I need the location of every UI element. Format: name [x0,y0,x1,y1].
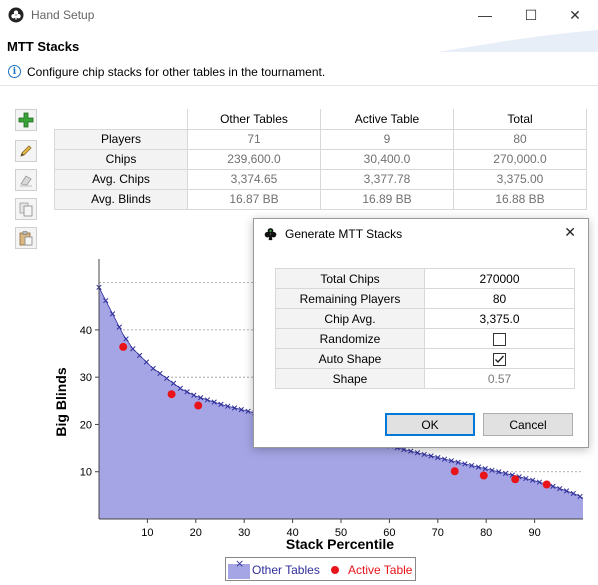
title-bar: Hand Setup — ☐ ✕ [0,0,598,30]
active-table-dot [479,471,488,480]
add-icon [18,112,34,128]
ok-button[interactable]: OK [385,413,475,436]
auto-shape-checkbox[interactable] [493,352,506,366]
table-cell: 16.87 BB [187,188,321,210]
y-tick-label: 40 [80,325,92,337]
table-cell: 16.88 BB [453,188,587,210]
x-tick-label: 70 [432,527,444,539]
legend-active-table: Active Table [348,563,413,577]
auto-shape-cell [424,348,575,369]
field-label: Remaining Players [275,288,425,309]
x-marker-icon: × [235,558,244,570]
field-label: Randomize [275,328,425,349]
edit-button[interactable] [15,140,37,162]
column-header: Other Tables [187,109,321,130]
active-table-dot [167,390,176,399]
row-label: Players [54,128,188,150]
page-header: MTT Stacks i Configure chip stacks for o… [0,30,598,86]
table-cell: 239,600.0 [187,148,321,170]
table-row: Players 71 9 80 [54,128,587,150]
table-cell: 3,377.78 [320,168,454,190]
minimize-button[interactable]: — [462,0,508,30]
row-label: Avg. Blinds [54,188,188,210]
field-row: Randomize [275,328,575,349]
close-button[interactable]: ✕ [552,0,598,30]
y-axis-label: Big Blinds [53,367,69,436]
copy-button[interactable] [15,198,37,220]
x-tick-label: 80 [480,527,492,539]
table-cell: 16.89 BB [320,188,454,210]
club-app-icon [8,7,24,23]
legend-other-tables: Other Tables [252,563,320,577]
stats-header-row: Other Tables Active Table Total [54,109,587,130]
clear-button[interactable] [15,169,37,191]
page-title: MTT Stacks [7,39,80,54]
field-label: Chip Avg. [275,308,425,329]
table-cell: 3,375.00 [453,168,587,190]
field-label: Shape [275,368,425,389]
table-row: Avg. Chips 3,374.65 3,377.78 3,375.00 [54,168,587,190]
remaining-players-input[interactable]: 80 [424,288,575,309]
x-tick-label: 20 [190,527,202,539]
field-row: Total Chips 270000 [275,268,575,289]
copy-icon [19,202,33,217]
x-tick-label: 90 [528,527,540,539]
window-title: Hand Setup [31,8,95,22]
table-cell: 3,374.65 [187,168,321,190]
field-label: Auto Shape [275,348,425,369]
column-header: Active Table [320,109,454,130]
table-cell: 9 [320,128,454,150]
y-tick-label: 20 [80,419,92,431]
maximize-button[interactable]: ☐ [508,0,554,30]
randomize-checkbox[interactable] [493,332,506,346]
table-row: Avg. Blinds 16.87 BB 16.89 BB 16.88 BB [54,188,587,210]
chip-avg-input[interactable]: 3,375.0 [424,308,575,329]
cancel-button[interactable]: Cancel [483,413,573,436]
stats-corner-cell [54,109,188,129]
generate-fields-table: Total Chips 270000 Remaining Players 80 … [275,268,575,389]
clear-icon [20,175,32,187]
info-icon: i [8,65,21,78]
table-cell: 71 [187,128,321,150]
field-row: Chip Avg. 3,375.0 [275,308,575,329]
y-tick-label: 30 [80,372,92,384]
field-row: Shape 0.57 [275,368,575,389]
table-cell: 80 [453,128,587,150]
row-label: Avg. Chips [54,168,188,190]
row-label: Chips [54,148,188,170]
table-cell: 30,400.0 [320,148,454,170]
field-label: Total Chips [275,268,425,289]
total-chips-input[interactable]: 270000 [424,268,575,289]
paste-icon [19,231,33,246]
info-text: Configure chip stacks for other tables i… [27,65,326,79]
x-tick-label: 30 [238,527,250,539]
active-table-dot [450,467,459,476]
active-table-swatch [331,566,339,574]
checkmark-icon [495,355,505,363]
active-table-dot [119,342,128,351]
y-tick-label: 10 [80,467,92,479]
table-cell: 270,000.0 [453,148,587,170]
club-icon [264,228,277,241]
field-row: Auto Shape [275,348,575,369]
randomize-cell [424,328,575,349]
generate-mtt-stacks-dialog: Generate MTT Stacks ✕ Total Chips 270000… [253,218,589,448]
add-button[interactable] [15,109,37,131]
x-axis-label: Stack Percentile [286,536,394,552]
header-swoosh-decoration [438,30,598,52]
field-row: Remaining Players 80 [275,288,575,309]
x-tick-label: 10 [141,527,153,539]
active-table-dot [194,401,203,410]
active-table-dot [542,480,551,489]
shape-input[interactable]: 0.57 [424,368,575,389]
active-table-dot [511,475,520,484]
table-row: Chips 239,600.0 30,400.0 270,000.0 [54,148,587,170]
chart-legend: × Other Tables Active Table [225,557,416,581]
stats-table: Other Tables Active Table Total Players … [54,109,587,210]
dialog-close-button[interactable]: ✕ [564,224,576,241]
paste-button[interactable] [15,227,37,249]
edit-icon [20,145,32,157]
dialog-title: Generate MTT Stacks [285,227,403,241]
column-header: Total [453,109,587,130]
